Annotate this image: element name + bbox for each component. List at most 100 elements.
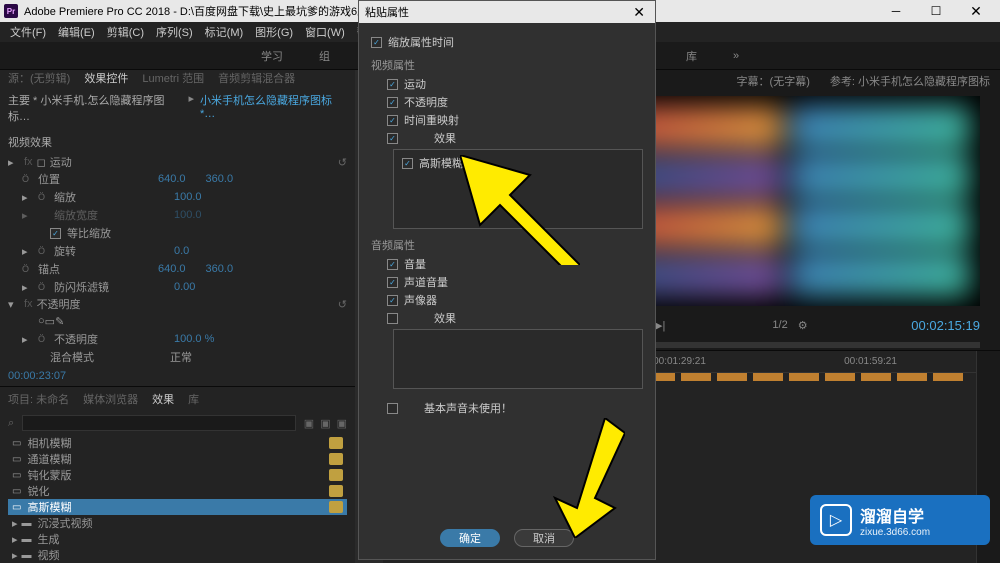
rotation-label: 旋转 bbox=[54, 243, 174, 259]
effect-item[interactable]: ▭相机模糊 bbox=[8, 435, 347, 451]
settings-icon[interactable]: ⚙ bbox=[798, 319, 808, 332]
blend-mode-value[interactable]: 正常 bbox=[170, 349, 192, 365]
anchor-y[interactable]: 360.0 bbox=[206, 263, 234, 275]
play-logo-icon: ▷ bbox=[820, 504, 852, 536]
workspace-learn[interactable]: 学习 bbox=[253, 44, 291, 68]
mask-ellipse-icon[interactable]: ○ bbox=[38, 315, 45, 327]
motion-effect[interactable]: 运动 bbox=[50, 154, 170, 170]
accel-filter-icon[interactable]: ▣ bbox=[304, 417, 314, 430]
time-remap-checkbox[interactable] bbox=[387, 115, 398, 126]
gaussian-blur-checkbox[interactable] bbox=[402, 158, 413, 169]
effects-list: ▭相机模糊 ▭通道模糊 ▭钝化蒙版 ▭锐化 ▭高斯模糊 ▸▬沉浸式视频 ▸▬生成… bbox=[0, 435, 355, 563]
tab-lumetri[interactable]: Lumetri 范围 bbox=[142, 70, 204, 86]
subtitle-label: 字幕：(无字幕) bbox=[737, 73, 810, 89]
annotation-arrow bbox=[535, 418, 625, 538]
folder-icon: ▬ bbox=[22, 534, 32, 545]
uniform-scale-checkbox[interactable] bbox=[50, 228, 61, 239]
folder-icon: ▬ bbox=[22, 550, 32, 561]
panner-checkbox[interactable] bbox=[387, 295, 398, 306]
volume-checkbox[interactable] bbox=[387, 259, 398, 270]
stopwatch-icon[interactable]: Ö bbox=[22, 174, 34, 184]
menu-edit[interactable]: 编辑(E) bbox=[52, 24, 101, 40]
tab-library[interactable]: 库 bbox=[188, 391, 199, 407]
anchor-x[interactable]: 640.0 bbox=[158, 263, 186, 275]
workspace-library[interactable]: 库 bbox=[678, 44, 705, 68]
tab-effects[interactable]: 效果 bbox=[152, 391, 174, 407]
close-button[interactable]: ✕ bbox=[956, 0, 996, 22]
rotation-value[interactable]: 0.0 bbox=[174, 245, 189, 257]
search-icon: ⌕ bbox=[8, 417, 14, 430]
opacity-value[interactable]: 100.0 % bbox=[174, 333, 214, 345]
mask-rect-icon[interactable]: ▭ bbox=[45, 315, 55, 328]
tab-audio-mixer[interactable]: 音频剪辑混合器 bbox=[218, 70, 295, 86]
anti-flicker-label: 防闪烁滤镜 bbox=[54, 279, 174, 295]
opacity-checkbox[interactable] bbox=[387, 97, 398, 108]
anchor-label: 锚点 bbox=[38, 261, 158, 277]
maximize-button[interactable]: ☐ bbox=[916, 0, 956, 22]
resolution-dropdown[interactable]: 1/2 bbox=[772, 319, 787, 331]
effect-icon: ▭ bbox=[12, 502, 21, 513]
effect-timecode[interactable]: 00:00:23:07 bbox=[0, 366, 355, 386]
video-attrs-label: 视频属性 bbox=[371, 57, 643, 73]
menu-file[interactable]: 文件(F) bbox=[4, 24, 52, 40]
motion-checkbox[interactable] bbox=[387, 79, 398, 90]
effect-icon: ▭ bbox=[12, 470, 21, 481]
video-effects-label: 视频效果 bbox=[0, 130, 355, 154]
scale-label: 缩放 bbox=[54, 189, 174, 205]
program-timecode[interactable]: 00:02:15:19 bbox=[911, 318, 980, 333]
effect-folder[interactable]: ▸▬沉浸式视频 bbox=[8, 515, 347, 531]
project-panel-tabs: 项目: 未命名 媒体浏览器 效果 库 bbox=[0, 387, 355, 411]
effect-panel-tabs: 源：(无剪辑) 效果控件 Lumetri 范围 音频剪辑混合器 bbox=[0, 70, 355, 86]
mask-pen-icon[interactable]: ✎ bbox=[55, 315, 64, 328]
effect-icon: ▭ bbox=[12, 438, 21, 449]
effect-folder[interactable]: ▸▬生成 bbox=[8, 531, 347, 547]
reset-icon[interactable]: ↺ bbox=[338, 298, 347, 311]
effect-item[interactable]: ▭锐化 bbox=[8, 483, 347, 499]
anti-flicker-value[interactable]: 0.00 bbox=[174, 281, 195, 293]
scale-value[interactable]: 100.0 bbox=[174, 191, 202, 203]
tab-source[interactable]: 源：(无剪辑) bbox=[8, 70, 70, 86]
workspace-more[interactable]: » bbox=[725, 46, 747, 66]
menu-clip[interactable]: 剪辑(C) bbox=[101, 24, 150, 40]
menu-window[interactable]: 窗口(W) bbox=[299, 24, 351, 40]
menu-graphics[interactable]: 图形(G) bbox=[249, 24, 299, 40]
effect-icon: ▭ bbox=[12, 486, 21, 497]
menu-marker[interactable]: 标记(M) bbox=[199, 24, 250, 40]
audio-effects-checkbox[interactable] bbox=[387, 313, 398, 324]
tab-project[interactable]: 项目: 未命名 bbox=[8, 391, 69, 407]
32bit-filter-icon[interactable]: ▣ bbox=[320, 417, 330, 430]
reset-icon[interactable]: ↺ bbox=[338, 156, 347, 169]
clip-header: 主要 * 小米手机.怎么隐藏程序图标… ▸ 小米手机怎么隐藏程序图标 *… bbox=[0, 86, 355, 130]
video-effects-checkbox[interactable] bbox=[387, 133, 398, 144]
workspace-assembly[interactable]: 组 bbox=[311, 44, 338, 68]
effect-folder[interactable]: ▸▬视频 bbox=[8, 547, 347, 563]
position-x[interactable]: 640.0 bbox=[158, 173, 186, 185]
minimize-button[interactable]: ─ bbox=[876, 0, 916, 22]
reference-label: 参考: 小米手机怎么隐藏程序图标 bbox=[830, 73, 990, 89]
tab-effect-controls[interactable]: 效果控件 bbox=[84, 70, 128, 86]
blend-mode-label: 混合模式 bbox=[50, 349, 170, 365]
channel-volume-checkbox[interactable] bbox=[387, 277, 398, 288]
clip-link[interactable]: 小米手机怎么隐藏程序图标 *… bbox=[200, 92, 347, 124]
effect-item-selected[interactable]: ▭高斯模糊 bbox=[8, 499, 347, 515]
dialog-titlebar[interactable]: 粘贴属性 ✕ bbox=[359, 1, 655, 23]
ok-button[interactable]: 确定 bbox=[440, 529, 500, 547]
watermark-badge: ▷ 溜溜自学 zixue.3d66.com bbox=[810, 495, 990, 545]
scale-time-checkbox[interactable] bbox=[371, 37, 382, 48]
premiere-icon: Pr bbox=[4, 4, 18, 18]
basic-sound-checkbox[interactable] bbox=[387, 403, 398, 414]
effect-item[interactable]: ▭钝化蒙版 bbox=[8, 467, 347, 483]
effects-search-input[interactable] bbox=[22, 415, 296, 431]
tab-media-browser[interactable]: 媒体浏览器 bbox=[83, 391, 138, 407]
yuv-filter-icon[interactable]: ▣ bbox=[337, 417, 347, 430]
effect-item[interactable]: ▭通道模糊 bbox=[8, 451, 347, 467]
folder-icon: ▬ bbox=[22, 518, 32, 529]
dialog-close-button[interactable]: ✕ bbox=[629, 4, 649, 21]
dialog-title: 粘贴属性 bbox=[365, 4, 629, 20]
opacity-effect[interactable]: 不透明度 bbox=[37, 296, 157, 312]
position-y[interactable]: 360.0 bbox=[206, 173, 234, 185]
menu-sequence[interactable]: 序列(S) bbox=[150, 24, 199, 40]
annotation-arrow bbox=[460, 155, 580, 265]
audio-effects-list bbox=[393, 329, 643, 389]
effect-icon: ▭ bbox=[12, 454, 21, 465]
